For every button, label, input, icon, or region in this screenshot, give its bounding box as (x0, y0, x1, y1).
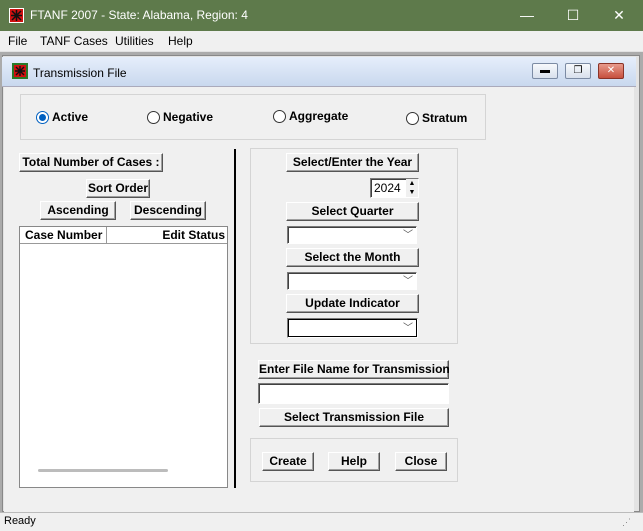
child-window-title: Transmission File (33, 66, 127, 80)
column-edit-status[interactable]: Edit Status (107, 227, 227, 244)
spin-up-icon[interactable]: ▲ (406, 179, 418, 188)
child-restore-button[interactable]: ❐ (565, 63, 591, 79)
sort-order-button[interactable]: Sort Order (86, 179, 150, 198)
menu-tanf-cases[interactable]: TANF Cases (40, 34, 108, 48)
select-transmission-file-button[interactable]: Select Transmission File (259, 408, 449, 427)
dropdown-icon[interactable]: ﹀ (401, 229, 415, 243)
radio-negative[interactable] (147, 111, 160, 124)
radio-stratum[interactable] (406, 112, 419, 125)
dropdown-icon[interactable]: ﹀ (401, 322, 415, 336)
size-grip-icon[interactable]: ⋰ (622, 517, 631, 528)
radio-active-label[interactable]: Active (52, 110, 88, 124)
total-cases-button[interactable]: Total Number of Cases : (19, 153, 163, 172)
help-button[interactable]: Help (328, 452, 380, 471)
select-quarter-button[interactable]: Select Quarter (286, 202, 419, 221)
radio-active[interactable] (36, 111, 49, 124)
maximize-button[interactable]: ☐ (550, 0, 596, 31)
enter-file-name-button[interactable]: Enter File Name for Transmission (258, 360, 450, 379)
minimize-button[interactable]: — (504, 0, 550, 31)
update-indicator-combobox[interactable] (287, 318, 418, 338)
radio-aggregate-label[interactable]: Aggregate (289, 109, 348, 123)
child-window-icon (12, 63, 28, 79)
radio-stratum-label[interactable]: Stratum (422, 111, 467, 125)
case-list[interactable] (19, 226, 228, 488)
descending-button[interactable]: Descending (130, 201, 206, 220)
period-selection-group (250, 148, 458, 344)
close-window-button[interactable]: ✕ (596, 0, 642, 31)
horizontal-scrollbar[interactable] (38, 469, 168, 472)
status-bar (0, 512, 643, 531)
panel-divider (234, 149, 236, 488)
file-name-input[interactable] (258, 383, 449, 404)
menu-utilities[interactable]: Utilities (115, 34, 154, 48)
radio-negative-label[interactable]: Negative (163, 110, 213, 124)
app-icon (9, 8, 24, 23)
dropdown-icon[interactable]: ﹀ (401, 275, 415, 289)
menu-file[interactable]: File (8, 34, 27, 48)
month-combobox[interactable] (287, 272, 417, 290)
create-button[interactable]: Create (262, 452, 314, 471)
menu-help[interactable]: Help (168, 34, 193, 48)
close-button[interactable]: Close (395, 452, 447, 471)
child-minimize-button[interactable]: ▬ (532, 63, 558, 79)
status-text: Ready (4, 515, 36, 527)
child-close-button[interactable]: ✕ (598, 63, 624, 79)
select-year-button[interactable]: Select/Enter the Year (286, 153, 419, 172)
update-indicator-button[interactable]: Update Indicator (286, 294, 419, 313)
quarter-combobox[interactable] (287, 226, 417, 244)
window-title: FTANF 2007 - State: Alabama, Region: 4 (30, 8, 248, 22)
select-month-button[interactable]: Select the Month (286, 248, 419, 267)
ascending-button[interactable]: Ascending (40, 201, 116, 220)
column-case-number[interactable]: Case Number (20, 227, 107, 244)
spin-down-icon[interactable]: ▼ (406, 188, 418, 197)
radio-aggregate[interactable] (273, 110, 286, 123)
year-value[interactable]: 2024 (374, 181, 401, 195)
